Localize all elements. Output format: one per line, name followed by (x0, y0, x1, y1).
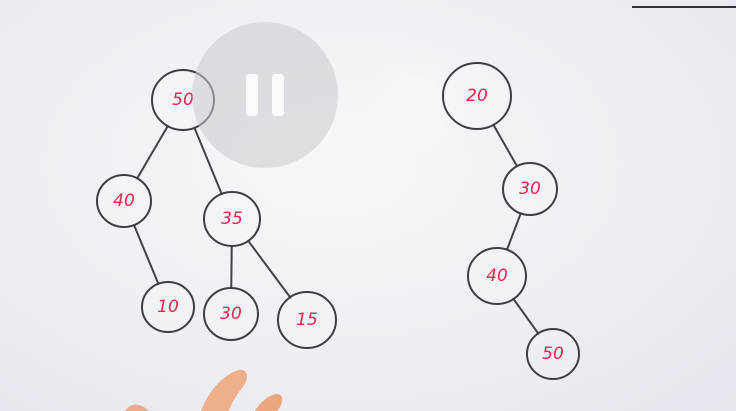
node-label: 50 (542, 344, 564, 364)
tree-node-n30: 30 (203, 287, 259, 341)
node-label: 40 (113, 191, 135, 211)
node-label: 10 (157, 297, 179, 317)
node-label: 30 (519, 179, 541, 199)
whiteboard: 50 40 35 10 30 15 20 30 40 50 (0, 0, 736, 411)
edge-m20-m30 (492, 123, 519, 168)
node-label: 50 (172, 90, 194, 110)
node-label: 40 (486, 266, 508, 286)
pause-icon (246, 74, 258, 116)
node-label: 35 (221, 209, 243, 229)
edges-layer (132, 123, 540, 335)
node-label: 20 (466, 86, 488, 106)
pause-icon-bar (272, 74, 284, 116)
pause-button[interactable] (192, 22, 338, 168)
tree-node-n40: 40 (96, 174, 152, 228)
tree-node-m50: 50 (526, 328, 580, 380)
edge-n40-n10 (132, 224, 160, 285)
tree-node-n10: 10 (141, 281, 195, 333)
nodes-layer: 50 40 35 10 30 15 20 30 40 50 (96, 62, 580, 380)
tree-node-m40: 40 (467, 247, 527, 305)
presenter-hand (125, 369, 283, 411)
tree-node-m20: 20 (442, 62, 512, 130)
tree-node-n35: 35 (203, 191, 261, 247)
edge-m30-m40 (505, 212, 522, 251)
tree-node-m30: 30 (502, 162, 558, 216)
node-label: 15 (296, 310, 318, 330)
node-label: 30 (220, 304, 242, 324)
edge-n50-n40 (136, 124, 169, 180)
edge-n35-n15 (247, 239, 292, 299)
edge-m40-m50 (512, 297, 540, 335)
